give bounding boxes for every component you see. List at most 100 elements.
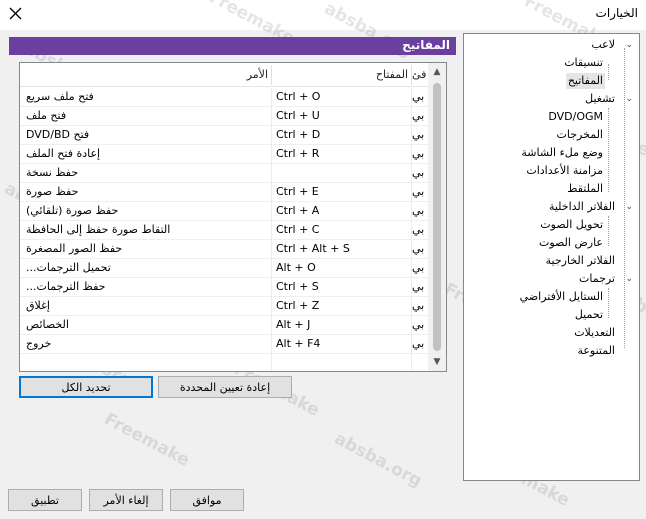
table-row[interactable]: حفظ الترجمات... Ctrl + S بي <box>20 278 428 297</box>
column-header-category[interactable]: فئ <box>412 63 428 87</box>
tree-guide-line <box>608 108 609 192</box>
key-cell: Ctrl + Alt + S <box>276 242 350 255</box>
apply-button[interactable]: تطبيق <box>8 489 82 511</box>
category-cell: بي <box>412 261 425 274</box>
tree-item-default-style[interactable]: الستايل الأفتراضي <box>520 289 603 305</box>
key-cell: Ctrl + U <box>276 109 320 122</box>
key-cell: Ctrl + Z <box>276 299 320 312</box>
category-cell: بي <box>412 242 425 255</box>
table-row[interactable]: حفظ نسخة بي <box>20 164 428 183</box>
table-row[interactable]: التقاط صورة حفظ إلى الحافظة Ctrl + C بي <box>20 221 428 240</box>
category-cell: بي <box>412 204 425 217</box>
tree-item-load[interactable]: تحميل <box>575 307 603 323</box>
close-icon <box>9 7 22 20</box>
tree-item-formats[interactable]: تنسيقات <box>564 55 603 71</box>
category-cell: بي <box>412 185 425 198</box>
tree-guide-line <box>608 64 609 80</box>
table-row[interactable]: فتح ملف Ctrl + U بي <box>20 107 428 126</box>
tree-item-playback[interactable]: تشغيل <box>585 91 615 107</box>
category-cell: بي <box>412 90 425 103</box>
tree-item-tweaks[interactable]: التعديلات <box>574 325 615 341</box>
category-cell: بي <box>412 128 425 141</box>
command-cell: حفظ صورة <box>26 185 79 198</box>
category-cell: بي <box>412 337 425 350</box>
tree-item-subtitles[interactable]: ترجمات <box>579 271 615 287</box>
tree-item-player[interactable]: لاعب <box>591 37 615 53</box>
section-header: المفاتيح <box>9 37 456 55</box>
tree-guide-line <box>608 216 609 246</box>
command-cell: حفظ الترجمات... <box>26 280 106 293</box>
tree-item-keys[interactable]: المفاتيح <box>565 73 605 89</box>
tree-item-sync[interactable]: مزامنة الأعدادات <box>526 163 603 179</box>
table-row[interactable]: حفظ الصور المصغرة Ctrl + Alt + S بي <box>20 240 428 259</box>
key-cell: Ctrl + A <box>276 204 320 217</box>
category-cell: بي <box>412 147 425 160</box>
key-cell: Alt + F4 <box>276 337 321 350</box>
watermark-text: absba.org <box>330 428 426 492</box>
reset-selected-button[interactable]: إعادة تعيين المحددة <box>158 376 292 398</box>
tree-guide-line <box>608 288 609 318</box>
column-header-key[interactable]: المفتاح <box>272 63 410 87</box>
command-cell: فتح DVD/BD <box>26 128 90 141</box>
cancel-button[interactable]: إلغاء الأمر <box>89 489 163 511</box>
table-row[interactable]: خروج Alt + F4 بي <box>20 335 428 354</box>
chevron-down-icon[interactable]: ⌄ <box>625 271 633 287</box>
tree-item-outputs[interactable]: المخرجات <box>557 127 603 143</box>
command-cell: فتح ملف سريع <box>26 90 94 103</box>
tree-item-internal-filters[interactable]: الفلاتر الداخلية <box>549 199 615 215</box>
command-cell: حفظ الصور المصغرة <box>26 242 123 255</box>
table-body: فتح ملف سريع Ctrl + O بي فتح ملف Ctrl + U بي ف… <box>20 88 428 354</box>
arrow-up-icon[interactable]: ▲ <box>428 63 446 81</box>
key-cell: Ctrl + C <box>276 223 320 236</box>
vertical-scrollbar[interactable]: ▲ ▼ <box>428 63 446 371</box>
key-cell: Ctrl + S <box>276 280 319 293</box>
command-cell: إعادة فتح الملف <box>26 147 101 160</box>
tree-item-misc[interactable]: المتنوعة <box>577 343 615 359</box>
column-header-command[interactable]: الأمر <box>24 63 270 87</box>
category-cell: بي <box>412 299 425 312</box>
key-cell: Alt + O <box>276 261 316 274</box>
table-row[interactable]: حفظ صورة (تلقائي) Ctrl + A بي <box>20 202 428 221</box>
command-cell: حفظ صورة (تلقائي) <box>26 204 119 217</box>
table-row[interactable]: إعادة فتح الملف Ctrl + R بي <box>20 145 428 164</box>
tree-item-external-filters[interactable]: الفلاتر الخارجية <box>546 253 615 269</box>
select-all-button[interactable]: تحديد الكل <box>19 376 153 398</box>
category-cell: بي <box>412 223 425 236</box>
chevron-down-icon[interactable]: ⌄ <box>625 37 633 53</box>
window-title: الخيارات <box>595 6 638 20</box>
scrollbar-thumb[interactable] <box>433 83 441 351</box>
tree-item-audio-renderer[interactable]: عارض الصوت <box>539 235 603 251</box>
tree-item-audio-switcher[interactable]: تحويل الصوت <box>540 217 603 233</box>
close-button[interactable] <box>6 4 26 24</box>
ok-button[interactable]: موافق <box>170 489 244 511</box>
key-cell: Alt + J <box>276 318 311 331</box>
table-row[interactable]: إغلاق Ctrl + Z بي <box>20 297 428 316</box>
keys-table[interactable]: الأمر المفتاح فئ فتح ملف سريع Ctrl + O بي ف… <box>19 62 447 372</box>
key-cell: Ctrl + R <box>276 147 320 160</box>
command-cell: تحميل الترجمات... <box>26 261 111 274</box>
command-cell: فتح ملف <box>26 109 67 122</box>
command-cell: خروج <box>26 337 52 350</box>
table-header: الأمر المفتاح فئ <box>20 63 428 87</box>
chevron-down-icon[interactable]: ⌄ <box>625 199 633 215</box>
table-row[interactable]: الخصائص Alt + J بي <box>20 316 428 335</box>
tree-item-fullscreen[interactable]: وضع ملء الشاشة <box>521 145 603 161</box>
table-row[interactable]: حفظ صورة Ctrl + E بي <box>20 183 428 202</box>
table-row[interactable]: فتح DVD/BD Ctrl + D بي <box>20 126 428 145</box>
category-cell: بي <box>412 318 425 331</box>
arrow-down-icon[interactable]: ▼ <box>428 353 446 371</box>
key-cell: Ctrl + E <box>276 185 319 198</box>
key-cell <box>276 164 410 182</box>
tree-item-dvd-ogm[interactable]: DVD/OGM <box>548 109 603 125</box>
chevron-down-icon[interactable]: ⌄ <box>625 91 633 107</box>
command-cell: إغلاق <box>26 299 50 312</box>
table-row[interactable]: فتح ملف سريع Ctrl + O بي <box>20 88 428 107</box>
key-cell: Ctrl + O <box>276 90 321 103</box>
table-row[interactable]: تحميل الترجمات... Alt + O بي <box>20 259 428 278</box>
category-cell: بي <box>412 166 425 179</box>
tree-item-capture[interactable]: الملتقط <box>567 181 603 197</box>
key-cell: Ctrl + D <box>276 128 321 141</box>
options-tree[interactable]: ⌄ لاعب تنسيقات المفاتيح ⌄ تشغيل DVD/OGM … <box>463 33 640 481</box>
watermark-text: Freemake <box>100 409 193 471</box>
title-bar: الخيارات <box>0 0 646 30</box>
